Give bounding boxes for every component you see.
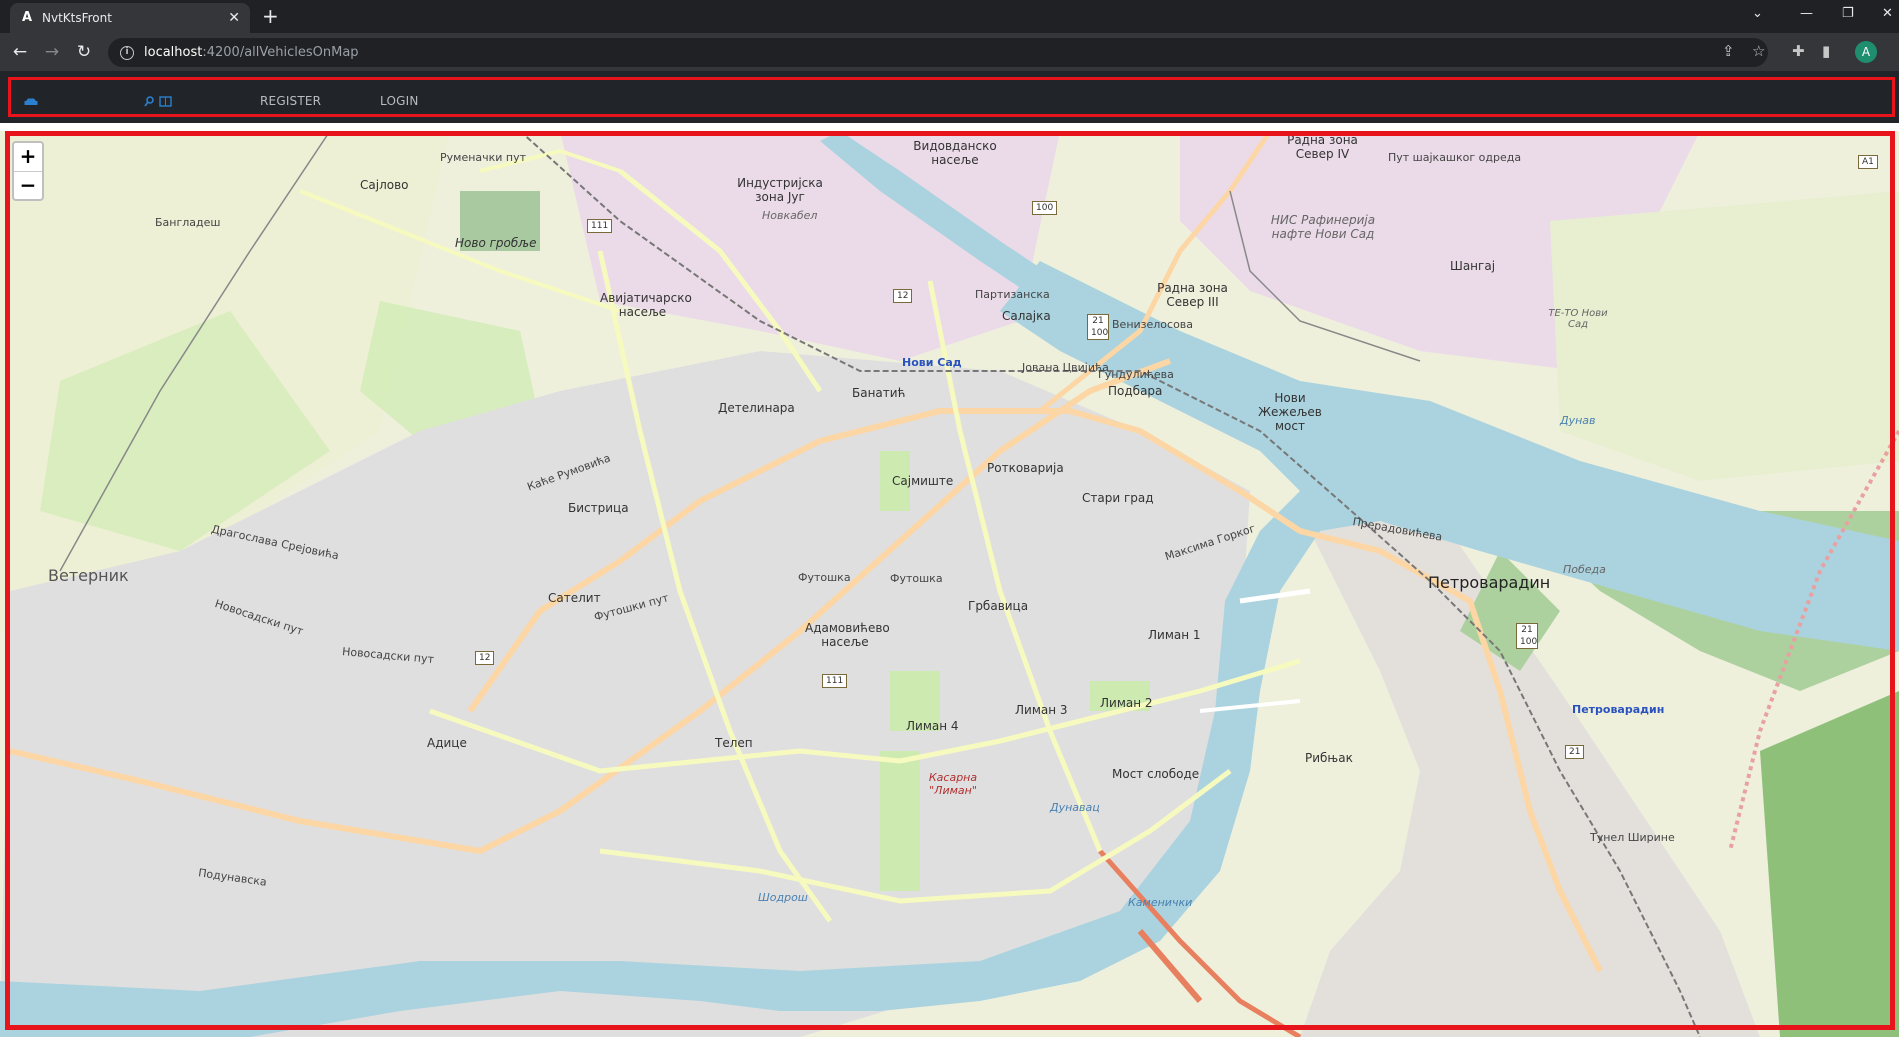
road-shield: 12 xyxy=(893,289,913,303)
new-tab-icon[interactable]: + xyxy=(262,6,279,26)
map-label: Подбара xyxy=(1108,384,1163,398)
map-label: Футошка xyxy=(890,572,943,585)
address-bar[interactable]: i localhost:4200/allVehiclesOnMap xyxy=(108,38,1768,67)
map-label: Стари град xyxy=(1082,491,1154,505)
map-label: Лиман 2 xyxy=(1100,696,1153,710)
road-shield: 111 xyxy=(587,219,613,233)
map-label: Сателит xyxy=(548,591,601,605)
close-window-icon[interactable]: ✕ xyxy=(1882,6,1893,21)
map-label: Дунав xyxy=(1560,414,1596,427)
map-label: Адице xyxy=(427,736,467,750)
map-label: Нови Жежељев мост xyxy=(1258,391,1322,433)
road-shield: 21 xyxy=(1565,745,1585,759)
map-label: Салајка xyxy=(1002,309,1051,323)
map-label: Ветерник xyxy=(48,566,129,585)
bookmark-star-icon[interactable]: ☆ xyxy=(1752,42,1765,60)
browser-tab[interactable]: A NvtKtsFront ✕ xyxy=(10,3,250,33)
map-label: Сајлово xyxy=(360,178,409,192)
map-label: Видовданско насеље xyxy=(913,139,997,167)
close-icon[interactable]: ✕ xyxy=(228,10,240,26)
app-navbar: REGISTER LOGIN xyxy=(0,71,1899,123)
app-root: REGISTER LOGIN Сајлово Бангладеш Руменач… xyxy=(0,71,1899,1037)
map-label: Петроварадин xyxy=(1428,573,1551,592)
map-label: Бистрица xyxy=(568,501,629,515)
zoom-control: + − xyxy=(12,141,44,201)
zoom-out-button[interactable]: − xyxy=(14,171,42,199)
map-label: Јована Цвијића xyxy=(1022,361,1109,374)
navbar-highlight-frame xyxy=(8,77,1895,117)
profile-avatar[interactable]: A xyxy=(1855,41,1877,63)
minimize-icon[interactable]: — xyxy=(1800,6,1813,21)
map-tiles[interactable] xyxy=(0,131,1899,1037)
map-label: Адамовићево насеље xyxy=(805,621,890,649)
map-label: Касарна "Лиман" xyxy=(928,771,978,797)
map-label: Рибњак xyxy=(1305,751,1353,765)
map-label: Петроварадин xyxy=(1572,703,1665,716)
tab-title: NvtKtsFront xyxy=(42,11,112,25)
forward-icon[interactable]: → xyxy=(40,40,64,64)
map-label: Мост слободе xyxy=(1112,767,1200,781)
map-label: Радна зона Север IV xyxy=(1287,133,1358,161)
back-icon[interactable]: ← xyxy=(8,40,32,64)
map-label: Партизанска xyxy=(975,288,1050,301)
map-label: Лиман 1 xyxy=(1148,628,1201,642)
share-icon[interactable]: ⇪ xyxy=(1722,42,1735,60)
browser-toolbar: ← → ↻ i localhost:4200/allVehiclesOnMap … xyxy=(0,33,1899,71)
map-label: Руменачки пут xyxy=(440,151,527,164)
map-label: Тунел Ширине xyxy=(1590,831,1675,844)
angular-favicon-icon: A xyxy=(21,10,33,25)
map-label: НИС Рафинерија нафте Нови Сад xyxy=(1270,213,1376,241)
url-host: localhost xyxy=(144,45,203,60)
zoom-in-button[interactable]: + xyxy=(14,143,42,171)
url-path: :4200/allVehiclesOnMap xyxy=(202,45,359,60)
map-label: Радна зона Север III xyxy=(1157,281,1228,309)
road-shield: 100 xyxy=(1032,201,1058,215)
map-label: Лиман 4 xyxy=(906,719,959,733)
map-label: Венизелосова xyxy=(1112,318,1194,331)
info-icon[interactable]: i xyxy=(120,45,134,60)
map-label: Детелинара xyxy=(718,401,795,415)
map-label: ТЕ-ТО Нови Сад xyxy=(1548,308,1608,330)
map-label: Дунавац xyxy=(1050,801,1100,814)
map-label: Шангај xyxy=(1450,259,1496,273)
chevron-down-icon[interactable]: ⌄ xyxy=(1752,6,1763,21)
extensions-icon[interactable]: ✚ xyxy=(1792,42,1805,60)
road-shield: 21 100 xyxy=(1516,623,1538,649)
map-label: Ротковарија xyxy=(987,461,1064,475)
restore-icon[interactable]: ❐ xyxy=(1842,6,1854,21)
map-label: Шодрош xyxy=(758,891,808,904)
map-label: Победа xyxy=(1563,563,1606,576)
road-shield: 111 xyxy=(822,674,848,688)
map-label: Футошка xyxy=(798,571,851,584)
map-label: Бангладеш xyxy=(155,216,221,229)
map-label: Индустријска зона Југ xyxy=(737,176,823,204)
map-label: Каменички xyxy=(1128,896,1193,909)
side-panel-icon[interactable]: ▮ xyxy=(1822,42,1830,60)
map-label: Грбавица xyxy=(968,599,1029,613)
map-container[interactable]: Сајлово Бангладеш Руменачки пут Ново гро… xyxy=(0,131,1899,1037)
road-shield: 21 100 xyxy=(1087,314,1109,340)
browser-tab-bar: A NvtKtsFront ✕ + ⌄ — ❐ ✕ xyxy=(0,0,1899,33)
map-label: Сајмиште xyxy=(892,474,954,488)
map-label: Ново гробље xyxy=(455,236,537,250)
map-label: Авијатичарско насеље xyxy=(600,291,692,319)
map-label: Банатић xyxy=(852,386,906,400)
map-label: Гундулићева xyxy=(1098,368,1174,381)
map-label: Новкабел xyxy=(762,209,818,222)
map-label: Телеп xyxy=(715,736,753,750)
road-shield: A1 xyxy=(1858,155,1878,169)
map-label: Пут шајкашког одреда xyxy=(1388,151,1522,164)
road-shield: 12 xyxy=(475,651,495,665)
map-label: Нови Сад xyxy=(902,356,962,369)
map-label: Лиман 3 xyxy=(1015,703,1068,717)
reload-icon[interactable]: ↻ xyxy=(72,40,96,64)
